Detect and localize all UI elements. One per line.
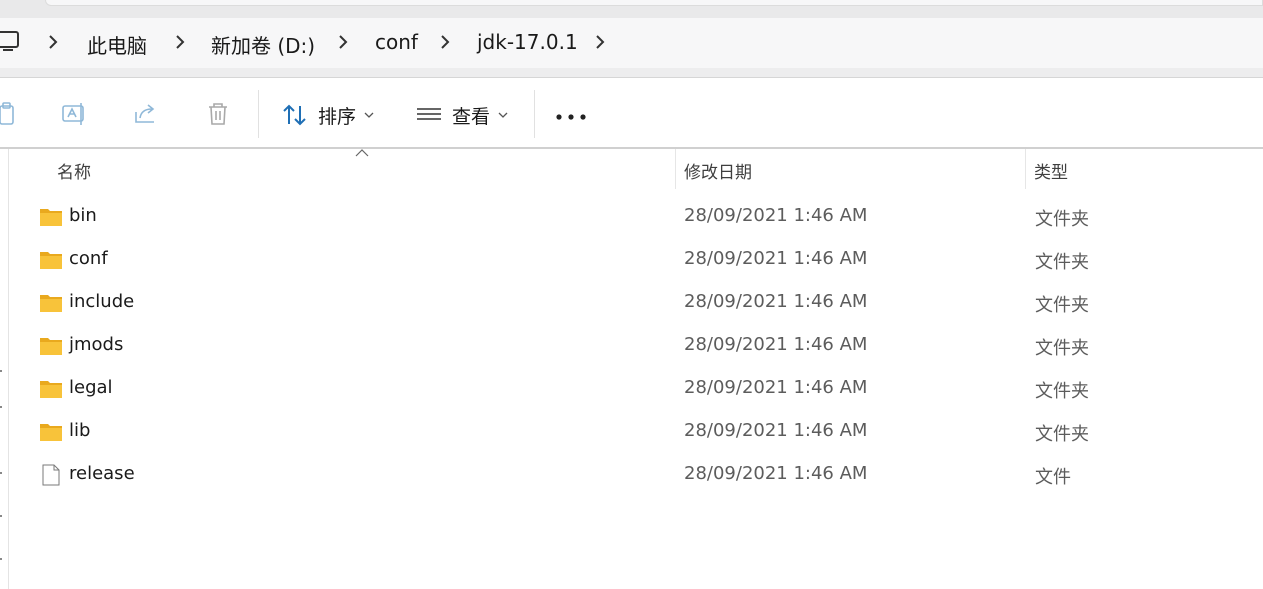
column-header-name[interactable]: 名称 bbox=[57, 158, 91, 183]
file-row[interactable]: bin 28/09/2021 1:46 AM 文件夹 bbox=[10, 196, 1263, 239]
file-name: conf bbox=[69, 248, 108, 269]
chevron-right-icon[interactable] bbox=[438, 33, 452, 51]
nav-pane-dot bbox=[0, 472, 2, 474]
view-button[interactable]: 查看 bbox=[416, 98, 508, 132]
file-name: jmods bbox=[69, 334, 124, 355]
file-explorer-window: 此电脑 新加卷 (D:) conf jdk-17.0.1 排序 查看 名称 修改… bbox=[0, 0, 1263, 589]
view-lines-icon bbox=[417, 108, 441, 120]
breadcrumb-this-pc[interactable]: 此电脑 bbox=[87, 30, 147, 59]
rename-icon[interactable] bbox=[60, 100, 88, 128]
folder-icon bbox=[40, 381, 62, 398]
column-header-modified[interactable]: 修改日期 bbox=[684, 158, 752, 183]
folder-icon bbox=[40, 252, 62, 269]
nav-pane-dot bbox=[0, 558, 2, 560]
paste-icon[interactable] bbox=[0, 100, 20, 128]
file-name: legal bbox=[69, 377, 113, 398]
file-modified: 28/09/2021 1:46 AM bbox=[684, 248, 868, 269]
nav-pane-dot bbox=[0, 406, 2, 408]
chevron-right-icon[interactable] bbox=[593, 33, 607, 51]
toolbar-separator bbox=[534, 90, 535, 138]
file-type: 文件夹 bbox=[1035, 424, 1089, 445]
file-name: release bbox=[69, 463, 135, 484]
breadcrumb-drive-d[interactable]: 新加卷 (D:) bbox=[211, 30, 315, 59]
folder-icon bbox=[40, 338, 62, 355]
file-modified: 28/09/2021 1:46 AM bbox=[684, 377, 868, 398]
file-modified: 28/09/2021 1:46 AM bbox=[684, 205, 868, 226]
file-type: 文件夹 bbox=[1035, 209, 1089, 230]
chevron-down-icon bbox=[364, 112, 374, 118]
view-label: 查看 bbox=[452, 105, 491, 128]
column-divider[interactable] bbox=[675, 149, 676, 189]
file-row[interactable]: legal 28/09/2021 1:46 AM 文件夹 bbox=[10, 368, 1263, 411]
sort-ascending-icon bbox=[355, 149, 369, 157]
file-modified: 28/09/2021 1:46 AM bbox=[684, 334, 868, 355]
more-options-icon[interactable] bbox=[556, 114, 586, 120]
command-bar: 排序 查看 bbox=[0, 78, 1263, 148]
share-icon[interactable] bbox=[132, 100, 160, 128]
breadcrumb-conf[interactable]: conf bbox=[375, 30, 418, 54]
breadcrumb-jdk[interactable]: jdk-17.0.1 bbox=[477, 30, 578, 54]
file-row[interactable]: lib 28/09/2021 1:46 AM 文件夹 bbox=[10, 411, 1263, 454]
file-type: 文件夹 bbox=[1035, 295, 1089, 316]
chevron-right-icon[interactable] bbox=[173, 33, 187, 51]
address-bar[interactable]: 此电脑 新加卷 (D:) conf jdk-17.0.1 bbox=[0, 18, 1263, 68]
folder-icon bbox=[40, 295, 62, 312]
navigation-pane[interactable] bbox=[0, 149, 9, 589]
nav-pane-dot bbox=[0, 370, 2, 372]
chevron-down-icon bbox=[498, 112, 508, 118]
file-name: include bbox=[69, 291, 135, 312]
sort-button[interactable]: 排序 bbox=[282, 98, 374, 132]
sort-icon bbox=[283, 104, 306, 126]
search-box-edge[interactable] bbox=[45, 0, 1263, 6]
file-modified: 28/09/2021 1:46 AM bbox=[684, 420, 868, 441]
file-type: 文件夹 bbox=[1035, 338, 1089, 359]
window-top-strip bbox=[0, 0, 1263, 18]
chevron-right-icon[interactable] bbox=[46, 33, 60, 51]
file-name: bin bbox=[69, 205, 97, 226]
column-header-type[interactable]: 类型 bbox=[1034, 158, 1068, 183]
divider bbox=[0, 147, 1263, 149]
file-row[interactable]: release 28/09/2021 1:46 AM 文件 bbox=[10, 454, 1263, 497]
this-pc-icon[interactable] bbox=[0, 30, 22, 54]
file-type: 文件夹 bbox=[1035, 252, 1089, 273]
delete-icon[interactable] bbox=[204, 100, 232, 128]
file-row[interactable]: jmods 28/09/2021 1:46 AM 文件夹 bbox=[10, 325, 1263, 368]
file-row[interactable]: conf 28/09/2021 1:46 AM 文件夹 bbox=[10, 239, 1263, 282]
file-type: 文件 bbox=[1035, 467, 1071, 488]
column-divider[interactable] bbox=[1025, 149, 1026, 189]
file-type: 文件夹 bbox=[1035, 381, 1089, 402]
file-modified: 28/09/2021 1:46 AM bbox=[684, 463, 868, 484]
file-icon bbox=[42, 464, 60, 486]
folder-icon bbox=[40, 209, 62, 226]
file-name: lib bbox=[69, 420, 91, 441]
sort-label: 排序 bbox=[318, 105, 357, 128]
folder-icon bbox=[40, 424, 62, 441]
chevron-right-icon[interactable] bbox=[336, 33, 350, 51]
nav-pane-dot bbox=[0, 515, 2, 517]
file-row[interactable]: include 28/09/2021 1:46 AM 文件夹 bbox=[10, 282, 1263, 325]
file-modified: 28/09/2021 1:46 AM bbox=[684, 291, 868, 312]
toolbar-separator bbox=[258, 90, 259, 138]
